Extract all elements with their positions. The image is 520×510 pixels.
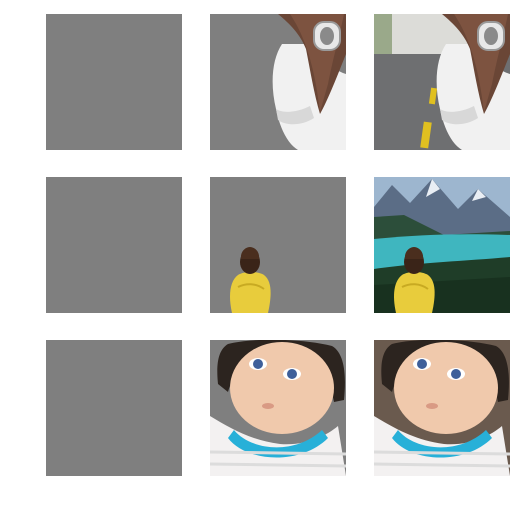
composite-tile-child [374,177,510,313]
woman-on-road-photo-icon [374,14,510,150]
baby-face-photo-icon [374,340,510,476]
woman-with-mug-cutout-icon [210,14,346,150]
composite-tile-baby [374,340,510,476]
gray-square-icon [46,177,182,313]
child-yellow-shirt-cutout-icon [210,177,346,313]
composite-tile-woman [374,14,510,150]
cutout-tile-child [210,177,346,313]
placeholder-tile-2 [46,177,182,313]
child-at-mountain-lake-photo-icon [374,177,510,313]
gray-square-icon [46,14,182,150]
gray-square-icon [46,340,182,476]
cutout-tile-woman [210,14,346,150]
cutout-tile-baby [210,340,346,476]
baby-face-cutout-icon [210,340,346,476]
placeholder-tile-1 [46,14,182,150]
placeholder-tile-3 [46,340,182,476]
